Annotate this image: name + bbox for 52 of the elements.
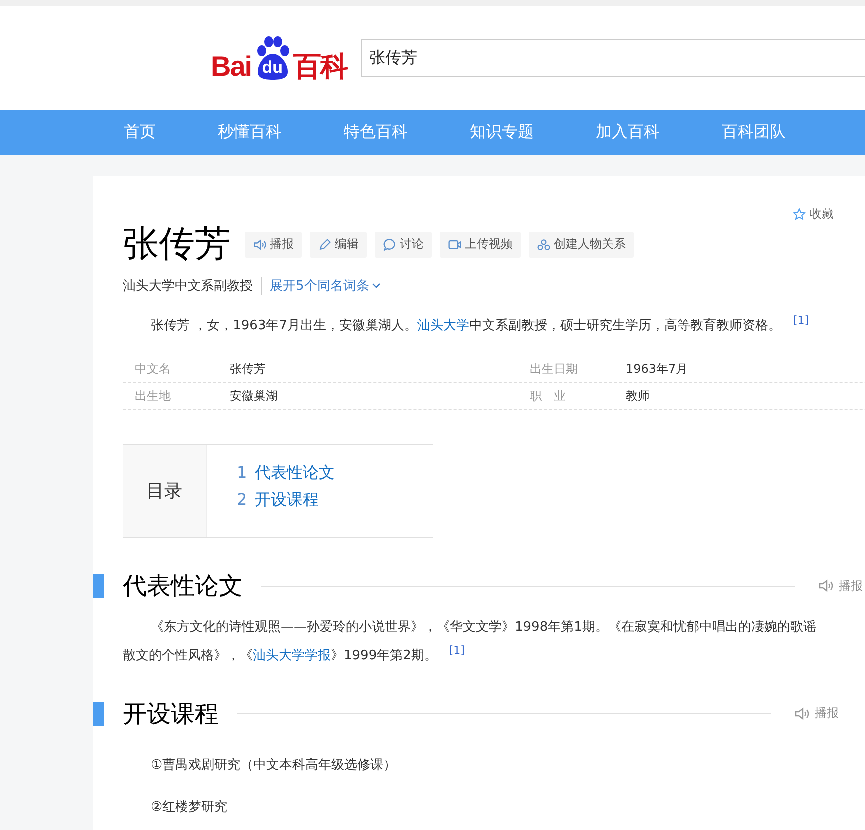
info-label: 中文名	[135, 360, 172, 378]
paragraph-line: 《东方文化的诗性观照——孙爱玲的小说世界》，《华文文学》1998年第1期。《在寂寞和忧郁中唱出的凄婉的歌谣	[150, 619, 818, 638]
course-item: ①曹禺戏剧研究（中文本科高年级选修课）	[151, 756, 398, 774]
info-label: 出生地	[135, 388, 172, 405]
search-field[interactable]: 张传芳	[360, 39, 865, 77]
action-button[interactable]: 编辑	[310, 232, 367, 258]
toc-link[interactable]: 2 开设课程	[237, 490, 336, 512]
section-marker	[93, 702, 104, 726]
people-icon	[537, 238, 551, 252]
action-button[interactable]: 创建人物关系	[529, 232, 634, 258]
expand-link[interactable]: 展开5个同名词条	[270, 277, 382, 295]
summary-paragraph: 张传芳 ，女，1963年7月出生，安徽巢湖人。汕头大学中文系副教授，硕士研究生学历，高等教育教师资格。 $^{[1]}$	[150, 313, 810, 336]
speaker-icon	[253, 238, 267, 252]
info-value: 1963年7月	[626, 360, 690, 378]
info-value: 教师	[626, 388, 651, 405]
favorite-link[interactable]: 收藏	[810, 206, 834, 223]
action-button[interactable]: 上传视频	[440, 232, 521, 258]
speak-link[interactable]: 播报	[819, 578, 863, 595]
star-icon[interactable]	[793, 208, 806, 221]
info-label: 出生日期	[530, 360, 579, 378]
nav-link[interactable]: 特色百科	[344, 122, 408, 143]
citation-link[interactable]: [1]	[449, 644, 465, 658]
speak-link[interactable]: 播报	[795, 705, 839, 722]
paragraph-line: 散文的个性风格》，《汕头大学学报》1999年第2期。 $^{[1]}$	[123, 643, 466, 666]
info-value: 张传芳	[230, 360, 267, 378]
section-title: 开设课程	[123, 698, 219, 730]
summary-link[interactable]: 汕头大学	[418, 318, 470, 334]
action-button[interactable]: 讨论	[375, 232, 432, 258]
video-camera-icon	[448, 238, 462, 252]
nav-link[interactable]: 百科团队	[722, 122, 786, 143]
nav-link[interactable]: 加入百科	[596, 122, 660, 143]
logo[interactable]: Bai du 百科	[211, 35, 348, 81]
toc-title: 目录	[123, 445, 207, 538]
speaker-icon	[819, 579, 835, 594]
info-label: 职 业	[530, 388, 567, 405]
entry-title: 张传芳	[123, 223, 231, 267]
speaker-icon	[795, 706, 811, 721]
nav-link[interactable]: 知识专题	[470, 122, 534, 143]
entry-subtitle: 汕头大学中文系副教授	[123, 277, 262, 295]
toc-link[interactable]: 1 代表性论文	[237, 463, 336, 484]
journal-link[interactable]: 汕头大学学报	[253, 648, 331, 664]
course-item: ②红楼梦研究	[151, 798, 229, 816]
section-title: 代表性论文	[123, 571, 243, 602]
citation-link[interactable]: [1]	[794, 314, 810, 327]
speech-bubble-icon	[383, 238, 397, 252]
nav-link[interactable]: 首页	[124, 122, 156, 143]
chevron-down-icon	[372, 283, 382, 289]
pencil-icon	[318, 238, 332, 252]
nav-link[interactable]: 秒懂百科	[218, 122, 282, 143]
section-marker	[93, 574, 104, 598]
info-value: 安徽巢湖	[230, 388, 279, 405]
action-button[interactable]: 播报	[245, 232, 302, 258]
